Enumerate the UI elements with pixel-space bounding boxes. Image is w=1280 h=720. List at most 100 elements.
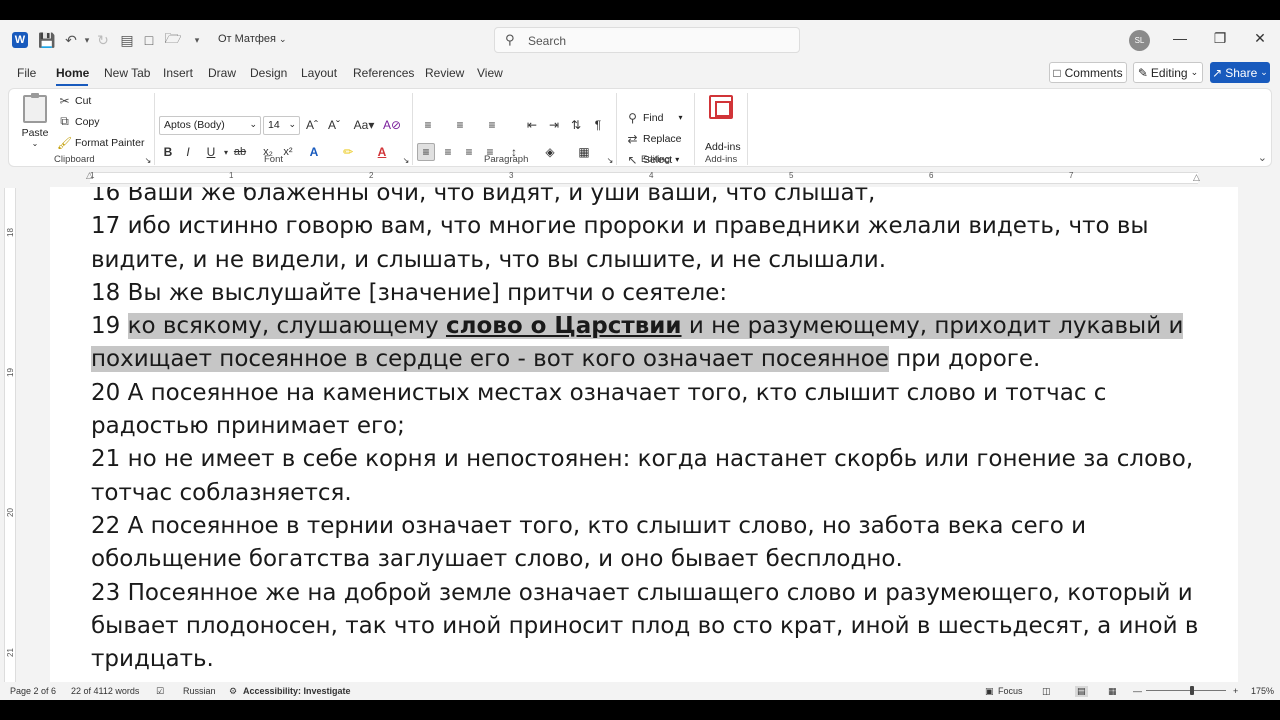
align-center-icon[interactable]: ≡ xyxy=(439,143,457,161)
unselected-text[interactable]: при дороге. xyxy=(889,346,1040,372)
language[interactable]: Russian xyxy=(183,686,216,696)
format-painter-button[interactable]: 🖌 Format Painter xyxy=(57,135,145,150)
document-title[interactable]: От Матфея ⌄ xyxy=(218,33,287,45)
selected-bold-text[interactable]: слово о Царствии xyxy=(445,313,682,340)
bold-icon[interactable]: B xyxy=(159,143,177,161)
print-layout-view-icon[interactable]: ▤ xyxy=(1075,686,1088,697)
font-color-icon[interactable]: A xyxy=(373,143,391,161)
change-case-icon[interactable]: Aa▾ xyxy=(351,116,377,134)
decrease-indent-icon[interactable]: ⇤ xyxy=(523,116,541,134)
focus-button[interactable]: Focus xyxy=(998,686,1023,696)
cut-button[interactable]: ✂ Cut xyxy=(57,93,91,108)
zoom-in-icon[interactable]: + xyxy=(1233,686,1238,696)
editing-group-label: Editing xyxy=(641,154,671,165)
share-button[interactable]: ↗ Share ⌄ xyxy=(1210,62,1270,83)
tab-view[interactable]: View xyxy=(477,66,503,80)
vertical-ruler: 18 19 20 21 xyxy=(4,188,16,682)
comments-button[interactable]: □ Comments xyxy=(1049,62,1127,83)
borders-icon[interactable]: ▦ xyxy=(575,143,593,161)
text-effects-icon[interactable]: A xyxy=(305,143,323,161)
paragraph-16[interactable]: 16 Ваши же блаженны очи, что видят, и уш… xyxy=(91,187,1211,210)
chevron-down-icon: ⌄ xyxy=(279,34,287,44)
restore-icon[interactable]: ❐ xyxy=(1210,30,1230,47)
divider xyxy=(747,93,748,165)
close-icon[interactable]: ✕ xyxy=(1250,30,1270,47)
show-formatting-icon[interactable]: ¶ xyxy=(589,116,607,134)
collapse-ribbon-icon[interactable]: ⌄ xyxy=(1258,151,1267,164)
page-count[interactable]: Page 2 of 6 xyxy=(10,686,56,696)
chevron-down-icon: ⌄ xyxy=(249,119,257,129)
avatar[interactable]: SL xyxy=(1129,30,1150,51)
align-left-icon[interactable]: ≡ xyxy=(417,143,435,161)
ruler-number: 5 xyxy=(789,171,794,180)
addins-icon[interactable] xyxy=(709,95,733,119)
clear-formatting-icon[interactable]: A⊘ xyxy=(383,116,401,134)
zoom-slider-thumb[interactable] xyxy=(1190,686,1195,695)
minimize-icon[interactable]: — xyxy=(1170,30,1190,46)
paragraph-20[interactable]: 20 А посеянное на каменистых местах озна… xyxy=(91,377,1211,444)
bullets-icon[interactable]: ≡ xyxy=(419,116,437,134)
strikethrough-icon[interactable]: ab xyxy=(231,143,249,161)
ribbon-home: Paste ⌄ ✂ Cut ⧉ Copy 🖌 Format Painter Clipb… xyxy=(8,88,1272,167)
tab-file[interactable]: File xyxy=(17,66,36,80)
accessibility-status[interactable]: Accessibility: Investigate xyxy=(243,686,351,696)
tab-draw[interactable]: Draw xyxy=(208,66,236,80)
document-page[interactable]: 16 Ваши же блаженны очи, что видят, и уш… xyxy=(50,187,1238,687)
tab-new-tab[interactable]: New Tab xyxy=(104,66,150,80)
align-right-icon[interactable]: ≡ xyxy=(460,143,478,161)
sort-icon[interactable]: ⇅ xyxy=(567,116,585,134)
increase-indent-icon[interactable]: ⇥ xyxy=(545,116,563,134)
tab-references[interactable]: References xyxy=(353,66,414,80)
chevron-down-icon: ⌄ xyxy=(1260,67,1268,77)
paragraph-17[interactable]: 17 ибо истинно говорю вам, что многие пр… xyxy=(91,210,1211,277)
font-size-combo[interactable]: 14 ⌄ xyxy=(263,116,300,135)
tab-insert[interactable]: Insert xyxy=(163,66,193,80)
redo-icon[interactable]: ↻ xyxy=(94,31,112,49)
zoom-out-icon[interactable]: — xyxy=(1133,686,1142,696)
word-count[interactable]: 22 of 4112 words xyxy=(71,686,139,696)
document-body[interactable]: 16 Ваши же блаженны очи, что видят, и уш… xyxy=(91,187,1211,676)
zoom-level[interactable]: 175% xyxy=(1251,686,1274,696)
open-folder-icon[interactable]: 🗁 xyxy=(164,30,182,49)
editing-mode-button[interactable]: ✎ Editing ⌄ xyxy=(1133,62,1203,83)
indent-marker-icon[interactable]: △ xyxy=(86,170,93,181)
shading-icon[interactable]: ◈ xyxy=(541,143,559,161)
italic-icon[interactable]: I xyxy=(179,143,197,161)
find-button[interactable]: ⚲ Find ▾ xyxy=(625,110,682,125)
zoom-slider[interactable] xyxy=(1146,690,1226,691)
shrink-font-icon[interactable]: Aˇ xyxy=(325,116,343,134)
paragraph-21[interactable]: 21 но не имеет в себе корня и непостояне… xyxy=(91,443,1211,510)
replace-button[interactable]: ⇄ Replace xyxy=(625,131,681,146)
copy-icon: ⧉ xyxy=(60,114,69,128)
proofing-icon[interactable]: ☑ xyxy=(156,686,164,697)
numbering-icon[interactable]: ≡ xyxy=(451,116,469,134)
paragraph-18[interactable]: 18 Вы же выслушайте [значение] притчи о … xyxy=(91,277,1211,310)
divider xyxy=(694,93,695,165)
tab-design[interactable]: Design xyxy=(250,66,287,80)
copy-button[interactable]: ⧉ Copy xyxy=(57,114,99,129)
paste-button[interactable]: Paste ⌄ xyxy=(21,93,49,148)
grow-font-icon[interactable]: Aˆ xyxy=(303,116,321,134)
paragraph-19[interactable]: 19 ко всякому, слушающему слово о Царств… xyxy=(91,310,1211,377)
right-indent-marker-icon[interactable]: △ xyxy=(1193,172,1200,183)
paragraph-22[interactable]: 22 А посеянное в тернии означает того, к… xyxy=(91,510,1211,577)
new-document-icon[interactable]: □ xyxy=(140,31,158,49)
addins-button[interactable]: Add-ins xyxy=(705,141,741,153)
paragraph-23[interactable]: 23 Посеянное же на доброй земле означает… xyxy=(91,577,1211,677)
customize-toolbar-icon[interactable]: ▾ xyxy=(188,31,206,49)
read-mode-icon[interactable]: ◫ xyxy=(1042,686,1051,697)
horizontal-ruler[interactable]: 1 1 2 3 4 5 6 7 △ △ xyxy=(0,170,1280,186)
print-layout-icon[interactable]: ▤ xyxy=(118,31,136,49)
save-icon[interactable]: 💾 xyxy=(38,31,56,49)
highlight-icon[interactable]: ✏ xyxy=(339,143,357,161)
font-name-combo[interactable]: Aptos (Body) ⌄ xyxy=(159,116,261,135)
selected-text[interactable]: ко всякому, слушающему xyxy=(127,313,446,340)
ruler-number: 6 xyxy=(929,171,934,180)
multilevel-list-icon[interactable]: ≡ xyxy=(483,116,501,134)
web-layout-icon[interactable]: ▦ xyxy=(1108,686,1117,697)
tab-home[interactable]: Home xyxy=(56,66,89,80)
focus-icon: ▣ xyxy=(985,686,994,696)
tab-review[interactable]: Review xyxy=(425,66,464,80)
search-input[interactable]: ⚲ Search xyxy=(494,27,800,53)
tab-layout[interactable]: Layout xyxy=(301,66,337,80)
